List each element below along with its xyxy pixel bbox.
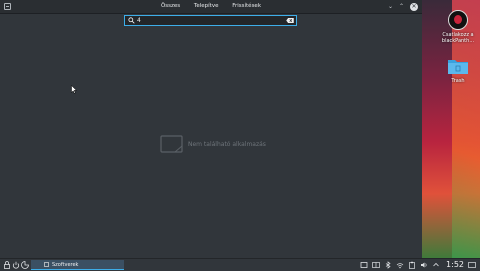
search-value: 4	[137, 17, 141, 24]
clock[interactable]: 1:52	[446, 259, 464, 271]
trash-folder-icon	[448, 60, 468, 74]
empty-state: Nem található alkalmazás	[160, 135, 266, 153]
empty-message: Nem található alkalmazás	[188, 140, 266, 148]
app-window: Összes Telepítve Frissítések ⌄ ⌃ ✕ 4 Nem…	[0, 0, 422, 258]
close-icon[interactable]: ✕	[410, 2, 418, 11]
taskbar: Szoftverek 1:52	[0, 258, 480, 271]
maximize-icon[interactable]: ⌃	[399, 0, 404, 13]
system-tray: 1:52	[360, 259, 476, 271]
empty-document-icon	[160, 135, 183, 153]
taskbar-task-software[interactable]: Szoftverek	[31, 260, 124, 270]
app-icon	[44, 262, 49, 267]
clipboard-icon[interactable]	[408, 261, 416, 269]
window-controls: ⌄ ⌃ ✕	[388, 0, 418, 13]
tab-updates[interactable]: Frissítések	[226, 1, 267, 12]
panther-logo-icon	[448, 10, 468, 30]
tab-all[interactable]: Összes	[155, 1, 186, 12]
desktop-icon-blackpanther[interactable]: Csatlakozz a blackPanth...	[436, 10, 480, 44]
network-icon[interactable]	[396, 261, 404, 269]
pager-icon[interactable]	[372, 261, 380, 269]
desktop-icon-label: Trash	[451, 78, 465, 84]
desktop-icon-label: Csatlakozz a blackPanth...	[441, 32, 475, 44]
launcher-icon[interactable]	[21, 261, 29, 269]
volume-icon[interactable]	[420, 261, 428, 269]
bluetooth-icon[interactable]	[384, 261, 392, 269]
mouse-cursor	[71, 85, 77, 94]
chevron-down-icon[interactable]: ⌄	[388, 0, 393, 13]
tab-installed[interactable]: Telepítve	[188, 1, 225, 12]
desktop: Csatlakozz a blackPanth... Trash	[422, 0, 480, 258]
desktop-icon-trash[interactable]: Trash	[436, 58, 480, 84]
tab-bar: Összes Telepítve Frissítések	[0, 1, 422, 12]
search-icon	[128, 17, 135, 24]
title-bar[interactable]: Összes Telepítve Frissítések ⌄ ⌃ ✕	[0, 0, 422, 14]
screenshot-icon[interactable]	[360, 261, 368, 269]
chevron-up-icon[interactable]	[432, 261, 440, 269]
power-icon[interactable]	[12, 261, 20, 269]
show-desktop-icon[interactable]	[468, 261, 476, 269]
clear-icon[interactable]	[286, 18, 294, 23]
task-label: Szoftverek	[52, 262, 79, 268]
lock-icon[interactable]	[3, 261, 11, 269]
search-input[interactable]: 4	[124, 15, 297, 26]
